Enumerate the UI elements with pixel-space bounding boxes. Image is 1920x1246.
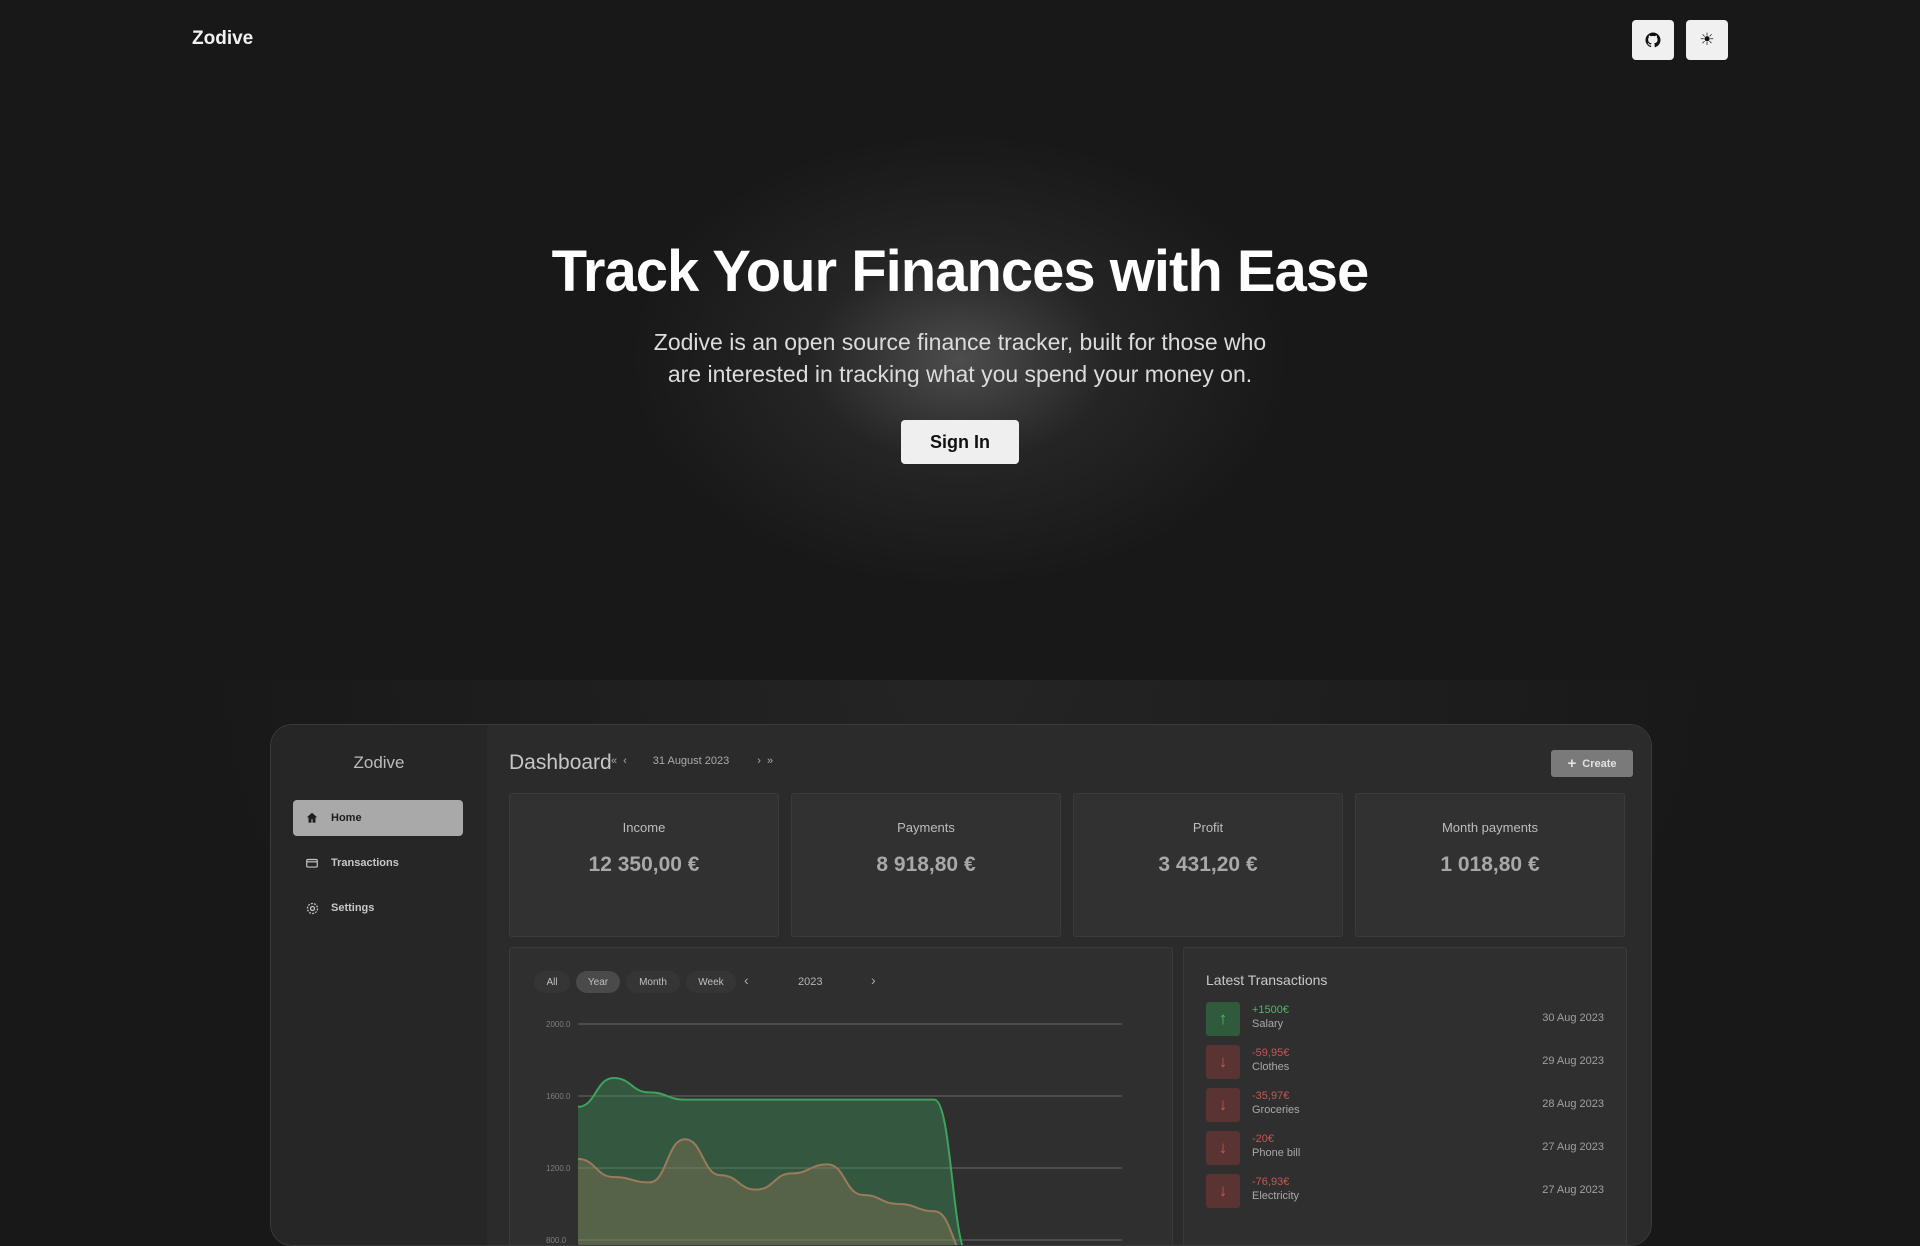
- transaction-row[interactable]: ↓ -59,95€ Clothes 29 Aug 2023: [1206, 1045, 1604, 1081]
- arrow-down-icon: ↓: [1206, 1088, 1240, 1122]
- finance-area-chart: 2000.0 1600.0 1200.0 800.0: [546, 1020, 1122, 1245]
- y-tick-label: 1600.0: [546, 1092, 571, 1101]
- stat-value: 12 350,00 €: [588, 853, 700, 876]
- transaction-name: Groceries: [1252, 1104, 1300, 1116]
- transaction-name: Phone bill: [1252, 1147, 1301, 1159]
- transaction-row[interactable]: ↓ -20€ Phone bill 27 Aug 2023: [1206, 1131, 1604, 1167]
- arrow-up-icon: ↑: [1206, 1002, 1240, 1036]
- transaction-date: 30 Aug 2023: [1542, 1012, 1604, 1024]
- stat-value: 8 918,80 €: [876, 853, 976, 876]
- transaction-date: 29 Aug 2023: [1542, 1055, 1604, 1067]
- arrow-down-icon: ↓: [1206, 1045, 1240, 1079]
- create-button[interactable]: + Create: [1551, 750, 1633, 777]
- sidebar-item-label: Home: [331, 812, 362, 824]
- sidebar-item-label: Settings: [331, 902, 375, 914]
- dashboard-title: Dashboard: [509, 751, 612, 774]
- date-navigator: « ‹ 31 August 2023 › »: [611, 755, 779, 767]
- home-icon: [293, 811, 331, 825]
- arrow-down-icon: ↓: [1206, 1131, 1240, 1165]
- latest-transactions-title: Latest Transactions: [1206, 972, 1328, 988]
- gear-icon: [293, 901, 331, 916]
- transaction-amount: -35,97€: [1252, 1090, 1290, 1102]
- y-tick-label: 800.0: [546, 1236, 567, 1245]
- chart-card: All Year Month Week ‹ 2023 › 2000.0 1600.…: [509, 947, 1173, 1245]
- stat-label: Profit: [1192, 820, 1224, 835]
- sidebar-item-label: Transactions: [331, 857, 399, 869]
- chevron-right-icon[interactable]: ›: [757, 755, 761, 767]
- sidebar-item-settings[interactable]: Settings: [293, 890, 463, 926]
- hero-title: Track Your Finances with Ease: [551, 239, 1370, 304]
- transaction-name: Salary: [1252, 1018, 1284, 1030]
- arrow-down-icon: ↓: [1206, 1174, 1240, 1208]
- stat-card-payments: Payments 8 918,80 €: [791, 793, 1061, 937]
- transaction-amount: -76,93€: [1252, 1176, 1290, 1188]
- sun-icon: ☀: [1699, 30, 1715, 49]
- stat-card-month-payments: Month payments 1 018,80 €: [1355, 793, 1625, 937]
- sidebar-item-transactions[interactable]: Transactions: [293, 845, 463, 881]
- transaction-date: 27 Aug 2023: [1542, 1184, 1604, 1196]
- hero-subtitle: Zodive is an open source finance tracker…: [653, 329, 1267, 387]
- stat-label: Month payments: [1441, 820, 1539, 835]
- transaction-row[interactable]: ↑ +1500€ Salary 30 Aug 2023: [1206, 1002, 1604, 1038]
- transaction-date: 27 Aug 2023: [1542, 1141, 1604, 1153]
- sidebar-item-home[interactable]: Home: [293, 800, 463, 836]
- transaction-amount: -59,95€: [1252, 1047, 1290, 1059]
- app-logo: Zodive: [353, 753, 405, 772]
- app-preview: Zodive Home Transactions Settings Dashbo…: [270, 724, 1652, 1246]
- stat-value: 3 431,20 €: [1158, 853, 1258, 876]
- transaction-date: 28 Aug 2023: [1542, 1098, 1604, 1110]
- stat-card-profit: Profit 3 431,20 €: [1073, 793, 1343, 937]
- plus-icon: +: [1567, 755, 1577, 772]
- transaction-name: Electricity: [1252, 1190, 1300, 1202]
- stat-card-income: Income 12 350,00 €: [509, 793, 779, 937]
- transaction-name: Clothes: [1252, 1061, 1290, 1073]
- y-tick-label: 1200.0: [546, 1164, 571, 1173]
- transaction-amount: +1500€: [1252, 1004, 1290, 1016]
- dashboard-main: Dashboard « ‹ 31 August 2023 › » + Creat…: [487, 725, 1651, 1245]
- stat-value: 1 018,80 €: [1440, 853, 1540, 876]
- create-label: Create: [1582, 757, 1617, 770]
- brand-logo[interactable]: Zodive: [192, 28, 253, 50]
- current-date: 31 August 2023: [652, 755, 730, 767]
- stat-label: Payments: [897, 820, 955, 835]
- theme-toggle-button[interactable]: ☀: [1686, 20, 1728, 60]
- double-chevron-right-icon[interactable]: »: [767, 755, 773, 767]
- y-tick-label: 2000.0: [546, 1020, 571, 1029]
- github-icon: [1645, 32, 1661, 48]
- transaction-row[interactable]: ↓ -76,93€ Electricity 27 Aug 2023: [1206, 1174, 1604, 1210]
- latest-transactions-card: Latest Transactions ↑ +1500€ Salary 30 A…: [1183, 947, 1627, 1245]
- sign-in-button[interactable]: Sign In: [901, 420, 1019, 464]
- double-chevron-left-icon[interactable]: «: [611, 755, 617, 767]
- github-button[interactable]: [1632, 20, 1674, 60]
- top-bar: Zodive ☀: [0, 0, 1920, 80]
- wallet-icon: [293, 856, 331, 870]
- transaction-row[interactable]: ↓ -35,97€ Groceries 28 Aug 2023: [1206, 1088, 1604, 1124]
- stat-label: Income: [622, 820, 666, 835]
- transaction-amount: -20€: [1252, 1133, 1275, 1145]
- app-sidebar: Zodive Home Transactions Settings: [271, 725, 488, 1245]
- chevron-left-icon[interactable]: ‹: [623, 755, 627, 767]
